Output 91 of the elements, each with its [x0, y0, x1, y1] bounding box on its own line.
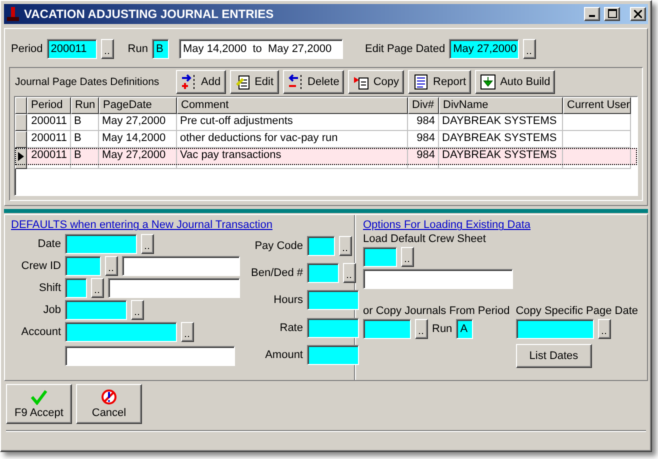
field-label: Ben/Ded #	[250, 267, 303, 280]
page-date-label: Copy Specific Page Date	[516, 305, 638, 318]
input-field[interactable]	[65, 322, 177, 342]
description-field[interactable]	[65, 346, 235, 366]
column-header[interactable]: Div#	[408, 96, 439, 114]
defaults-link[interactable]: DEFAULTS when entering a New Journal Transaction	[11, 219, 272, 232]
crew-sheet-description[interactable]	[363, 269, 513, 290]
copy-period-field[interactable]	[363, 319, 411, 340]
lookup-button[interactable]	[415, 319, 428, 340]
toolbar-title: Journal Page Dates Definitions	[14, 76, 160, 88]
run-field[interactable]: A	[456, 319, 474, 340]
column-header[interactable]: Current User	[563, 96, 631, 114]
input-field[interactable]	[307, 290, 359, 310]
options-link[interactable]: Options For Loading Existing Data	[363, 219, 639, 232]
lookup-button[interactable]	[100, 38, 114, 59]
maximize-icon	[608, 9, 616, 18]
edit-date-field[interactable]: May 27,2000	[449, 38, 520, 59]
toolbar-button[interactable]: Edit	[230, 70, 279, 94]
report-icon	[413, 74, 430, 90]
table-cell: 984	[408, 148, 439, 169]
lookup-button[interactable]	[105, 256, 118, 276]
column-header[interactable]: Comment	[177, 96, 408, 114]
lookup-button[interactable]	[401, 247, 414, 268]
lookup-button[interactable]	[141, 234, 154, 254]
column-header[interactable]: PageDate	[99, 96, 177, 114]
toolbar-button[interactable]: Copy	[348, 70, 404, 94]
checkmark-icon	[30, 389, 48, 406]
document-pencil-icon	[234, 74, 251, 90]
field-label: Rate	[278, 322, 303, 334]
cancel-button[interactable]: Cancel	[76, 384, 142, 424]
run-field[interactable]: B	[152, 38, 169, 59]
period-label: Period	[11, 42, 43, 55]
input-field[interactable]	[307, 344, 359, 365]
toolbar-button[interactable]: Delete	[282, 70, 344, 94]
column-header[interactable]: Period	[27, 96, 71, 114]
field-label: Crew ID	[20, 259, 61, 272]
lookup-button[interactable]	[523, 38, 536, 59]
minimize-icon	[589, 14, 595, 17]
close-button[interactable]	[630, 6, 646, 21]
period-field[interactable]: 200011	[46, 38, 97, 59]
input-field[interactable]	[65, 300, 127, 320]
lookup-button[interactable]	[598, 319, 611, 340]
date-range-field[interactable]: May 14,2000 to May 27,2000	[178, 38, 343, 59]
field-label: Amount	[264, 348, 303, 361]
edit-page-dated-label: Edit Page Dated	[364, 42, 446, 55]
column-header[interactable]: Run	[71, 96, 99, 114]
input-field[interactable]	[65, 234, 137, 254]
lookup-button[interactable]	[181, 322, 194, 342]
no-entry-icon	[101, 389, 117, 406]
description-field[interactable]	[108, 278, 240, 298]
close-icon	[634, 10, 642, 18]
table-cell: DAYBREAK SYSTEMS	[439, 148, 563, 169]
input-field[interactable]	[307, 236, 335, 256]
input-field[interactable]	[307, 263, 339, 284]
crew-sheet-label: Load Default Crew Sheet	[363, 233, 487, 246]
field-label: Job	[42, 303, 61, 316]
lookup-button[interactable]	[131, 300, 144, 320]
field-label: Hours	[272, 294, 303, 306]
minimize-button[interactable]	[584, 6, 600, 21]
lookup-button[interactable]	[339, 236, 352, 256]
run-label: Run	[432, 323, 452, 336]
column-header[interactable]: DivName	[439, 96, 563, 114]
field-label: Shift	[38, 281, 61, 294]
table-cell: Vac pay transactions	[177, 148, 408, 169]
maximize-button[interactable]	[604, 6, 620, 21]
app-icon	[6, 6, 20, 22]
field-label: Date	[36, 237, 61, 250]
toolbar-button[interactable]: Report	[408, 70, 472, 94]
lookup-button[interactable]	[91, 278, 104, 298]
field-label: Account	[20, 325, 61, 338]
description-field[interactable]	[122, 256, 240, 276]
field-label: Pay Code	[254, 240, 303, 252]
input-field[interactable]	[307, 318, 359, 338]
table-cell: B	[71, 148, 99, 169]
copy-period-label: or Copy Journals From Period	[363, 305, 510, 318]
minus-arrow-icon	[288, 74, 304, 90]
input-field[interactable]	[65, 278, 87, 298]
plus-arrow-icon	[181, 74, 197, 90]
list-dates-button[interactable]: List Dates	[516, 344, 592, 368]
run-label: Run	[128, 42, 148, 55]
lookup-button[interactable]	[343, 263, 356, 284]
accept-button[interactable]: F9 Accept	[6, 384, 72, 424]
input-field[interactable]	[65, 256, 101, 276]
table-cell: May 27,2000	[99, 148, 177, 169]
crew-sheet-field[interactable]	[363, 247, 397, 268]
page-date-field[interactable]	[516, 319, 594, 340]
toolbar-button[interactable]: Auto Build	[475, 70, 556, 94]
toolbar-button[interactable]: Add	[176, 70, 226, 94]
table-cell: 200011	[27, 148, 71, 169]
current-row-icon	[18, 152, 24, 161]
window-title: VACATION ADJUSTING JOURNAL ENTRIES	[24, 6, 275, 21]
